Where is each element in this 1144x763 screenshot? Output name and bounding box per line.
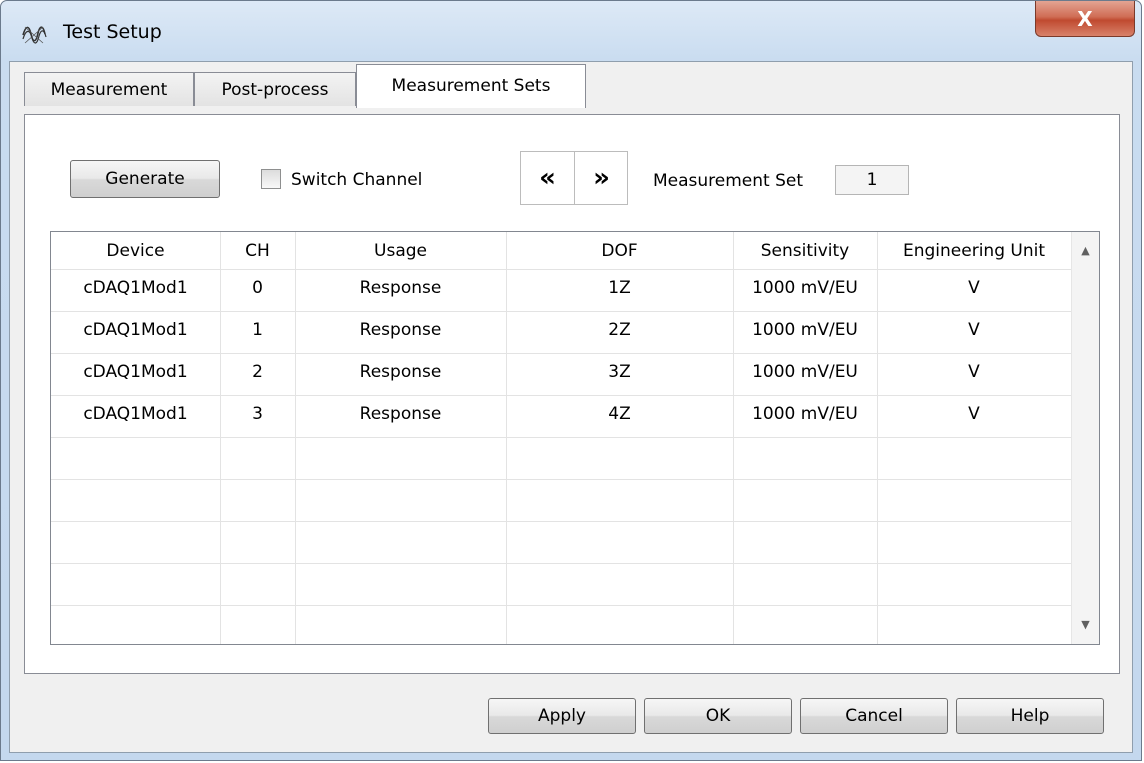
cell-dof[interactable]: 1Z bbox=[506, 278, 733, 298]
measurement-set-field[interactable]: 1 bbox=[835, 165, 909, 195]
row-divider bbox=[51, 563, 1071, 564]
double-chevron-right-icon: » bbox=[593, 163, 610, 193]
row-divider bbox=[51, 311, 1071, 312]
row-divider bbox=[51, 521, 1071, 522]
tab-measurement-sets[interactable]: Measurement Sets bbox=[356, 64, 586, 108]
apply-button[interactable]: Apply bbox=[488, 698, 636, 734]
signal-analysis-icon bbox=[22, 26, 47, 44]
measurement-set-label: Measurement Set bbox=[653, 171, 804, 191]
cell-device[interactable]: cDAQ1Mod1 bbox=[51, 278, 220, 298]
cell-ch[interactable]: 3 bbox=[220, 404, 295, 424]
cell-engineering-unit[interactable]: V bbox=[877, 320, 1071, 340]
ok-button-label: OK bbox=[705, 706, 731, 726]
cell-ch[interactable]: 2 bbox=[220, 362, 295, 382]
row-divider bbox=[51, 479, 1071, 480]
switch-channel-checkbox[interactable] bbox=[261, 169, 281, 189]
cell-usage[interactable]: Response bbox=[295, 362, 506, 382]
window-title: Test Setup bbox=[63, 21, 162, 43]
close-button[interactable]: X bbox=[1035, 1, 1135, 37]
tab-measurement[interactable]: Measurement bbox=[24, 72, 194, 106]
generate-button-label: Generate bbox=[105, 169, 185, 189]
cell-ch[interactable]: 0 bbox=[220, 278, 295, 298]
row-divider bbox=[51, 395, 1071, 396]
table-scrollbar[interactable]: ▲ ▼ bbox=[1071, 232, 1099, 644]
tab-post-process[interactable]: Post-process bbox=[194, 72, 356, 106]
column-header-sensitivity[interactable]: Sensitivity bbox=[733, 241, 877, 261]
tab-label: Post-process bbox=[221, 79, 329, 100]
cell-dof[interactable]: 4Z bbox=[506, 404, 733, 424]
cancel-button[interactable]: Cancel bbox=[800, 698, 948, 734]
cell-sensitivity[interactable]: 1000 mV/EU bbox=[733, 362, 877, 382]
close-icon: X bbox=[1077, 6, 1093, 31]
measurement-sets-panel: Generate Switch Channel « » Measurement … bbox=[24, 114, 1120, 674]
cell-sensitivity[interactable]: 1000 mV/EU bbox=[733, 278, 877, 298]
cell-device[interactable]: cDAQ1Mod1 bbox=[51, 320, 220, 340]
cell-engineering-unit[interactable]: V bbox=[877, 278, 1071, 298]
cell-dof[interactable]: 3Z bbox=[506, 362, 733, 382]
generate-button[interactable]: Generate bbox=[70, 160, 220, 198]
cell-engineering-unit[interactable]: V bbox=[877, 404, 1071, 424]
cell-device[interactable]: cDAQ1Mod1 bbox=[51, 404, 220, 424]
column-header-usage[interactable]: Usage bbox=[295, 241, 506, 261]
title-bar[interactable]: Test Setup X bbox=[1, 1, 1141, 65]
scroll-down-icon[interactable]: ▼ bbox=[1072, 618, 1099, 631]
dialog-client-area: Measurement Post-process Measurement Set… bbox=[9, 61, 1133, 753]
test-setup-dialog: Test Setup X Measurement Post-process Me… bbox=[0, 0, 1142, 761]
column-header-ch[interactable]: CH bbox=[220, 241, 295, 261]
column-header-device[interactable]: Device bbox=[51, 241, 220, 261]
cell-ch[interactable]: 1 bbox=[220, 320, 295, 340]
measurement-table: Device CH Usage DOF Sensitivity Engineer… bbox=[50, 231, 1100, 645]
cell-usage[interactable]: Response bbox=[295, 404, 506, 424]
tab-label: Measurement Sets bbox=[391, 76, 551, 96]
column-header-engineering-unit[interactable]: Engineering Unit bbox=[877, 241, 1071, 261]
help-button[interactable]: Help bbox=[956, 698, 1104, 734]
row-divider bbox=[51, 269, 1071, 270]
cancel-button-label: Cancel bbox=[845, 706, 903, 726]
cell-dof[interactable]: 2Z bbox=[506, 320, 733, 340]
cell-sensitivity[interactable]: 1000 mV/EU bbox=[733, 404, 877, 424]
row-divider bbox=[51, 353, 1071, 354]
row-divider bbox=[51, 605, 1071, 606]
measurement-set-value: 1 bbox=[866, 170, 878, 190]
column-header-dof[interactable]: DOF bbox=[506, 241, 733, 261]
set-navigation: « » bbox=[520, 151, 628, 205]
cell-sensitivity[interactable]: 1000 mV/EU bbox=[733, 320, 877, 340]
help-button-label: Help bbox=[1010, 706, 1050, 726]
apply-button-label: Apply bbox=[538, 706, 586, 726]
switch-channel-label[interactable]: Switch Channel bbox=[291, 170, 422, 190]
tab-label: Measurement bbox=[50, 79, 168, 100]
cell-usage[interactable]: Response bbox=[295, 278, 506, 298]
previous-set-button[interactable]: « bbox=[521, 152, 574, 204]
row-divider bbox=[51, 437, 1071, 438]
cell-usage[interactable]: Response bbox=[295, 320, 506, 340]
ok-button[interactable]: OK bbox=[644, 698, 792, 734]
double-chevron-left-icon: « bbox=[539, 163, 556, 193]
cell-engineering-unit[interactable]: V bbox=[877, 362, 1071, 382]
cell-device[interactable]: cDAQ1Mod1 bbox=[51, 362, 220, 382]
next-set-button[interactable]: » bbox=[575, 152, 628, 204]
scroll-up-icon[interactable]: ▲ bbox=[1072, 244, 1099, 257]
